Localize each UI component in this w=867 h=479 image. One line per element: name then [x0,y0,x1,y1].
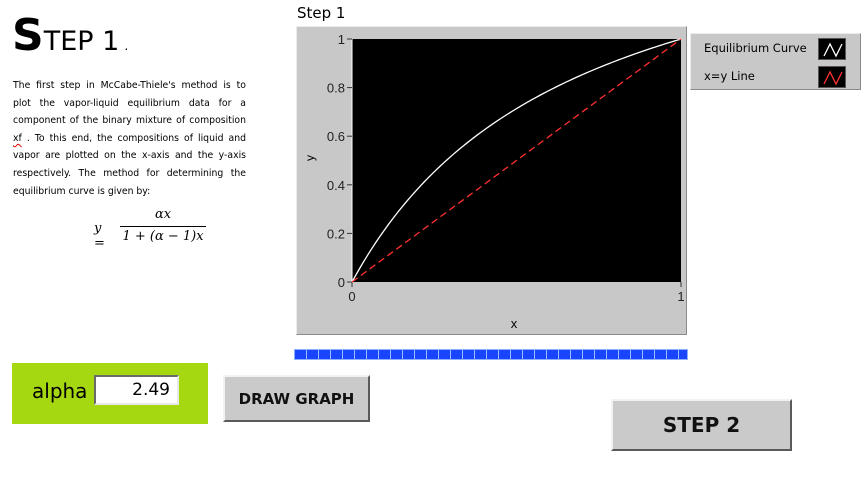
title-first-letter: S [12,10,44,61]
legend-label-equilibrium: Equilibrium Curve [704,41,807,55]
x-tick-label: 1 [677,289,684,304]
formula-denominator: 1 + (α − 1)x [122,229,204,244]
legend-item-equilibrium: Equilibrium Curve [691,35,860,61]
title-text: TEP 1 [43,26,120,57]
line-sample-icon[interactable] [818,38,846,60]
y-tick-label: 0.8 [327,81,345,96]
formula-fraction-bar [120,226,206,227]
alpha-input[interactable]: 2.49 [94,375,179,405]
legend-item-xy-line: x=y Line [691,63,860,89]
page-title: STEP 1. [12,10,128,61]
progress-bar [294,349,688,360]
description-text: The first step in McCabe-Thiele's method… [13,77,246,200]
x-tick-label: 0 [348,289,355,304]
x-axis-label: x [511,316,518,331]
description-part-1: The first step in McCabe-Thiele's method… [13,80,246,127]
alpha-control: alpha 2.49 [12,363,208,424]
graph-title: Step 1 [297,4,346,22]
y-tick-label: 0.2 [327,226,345,241]
y-tick-label: 1 [338,32,345,47]
alpha-label: alpha [32,379,88,403]
formula-lhs: y = [94,221,105,251]
description-part-2: . To this end, the compositions of liqui… [13,132,246,197]
y-tick-label: 0.6 [327,129,345,144]
formula-numerator: αx [154,207,172,222]
y-tick-label: 0.4 [327,178,345,193]
formula-fraction: αx 1 + (α − 1)x [120,207,206,245]
title-suffix: . [124,37,129,53]
line-sample-icon[interactable] [818,66,846,88]
chart-legend: Equilibrium Curve x=y Line [690,33,861,90]
step-2-button[interactable]: STEP 2 [611,399,792,451]
y-tick-label: 0 [338,275,345,290]
legend-label-xy-line: x=y Line [704,69,755,83]
equilibrium-chart: y x 0 0.2 0.4 0.6 0.8 1 0 1 [303,32,685,331]
draw-graph-button[interactable]: DRAW GRAPH [223,375,370,422]
y-axis-label: y [303,155,317,161]
description-xf: xf [13,132,22,144]
